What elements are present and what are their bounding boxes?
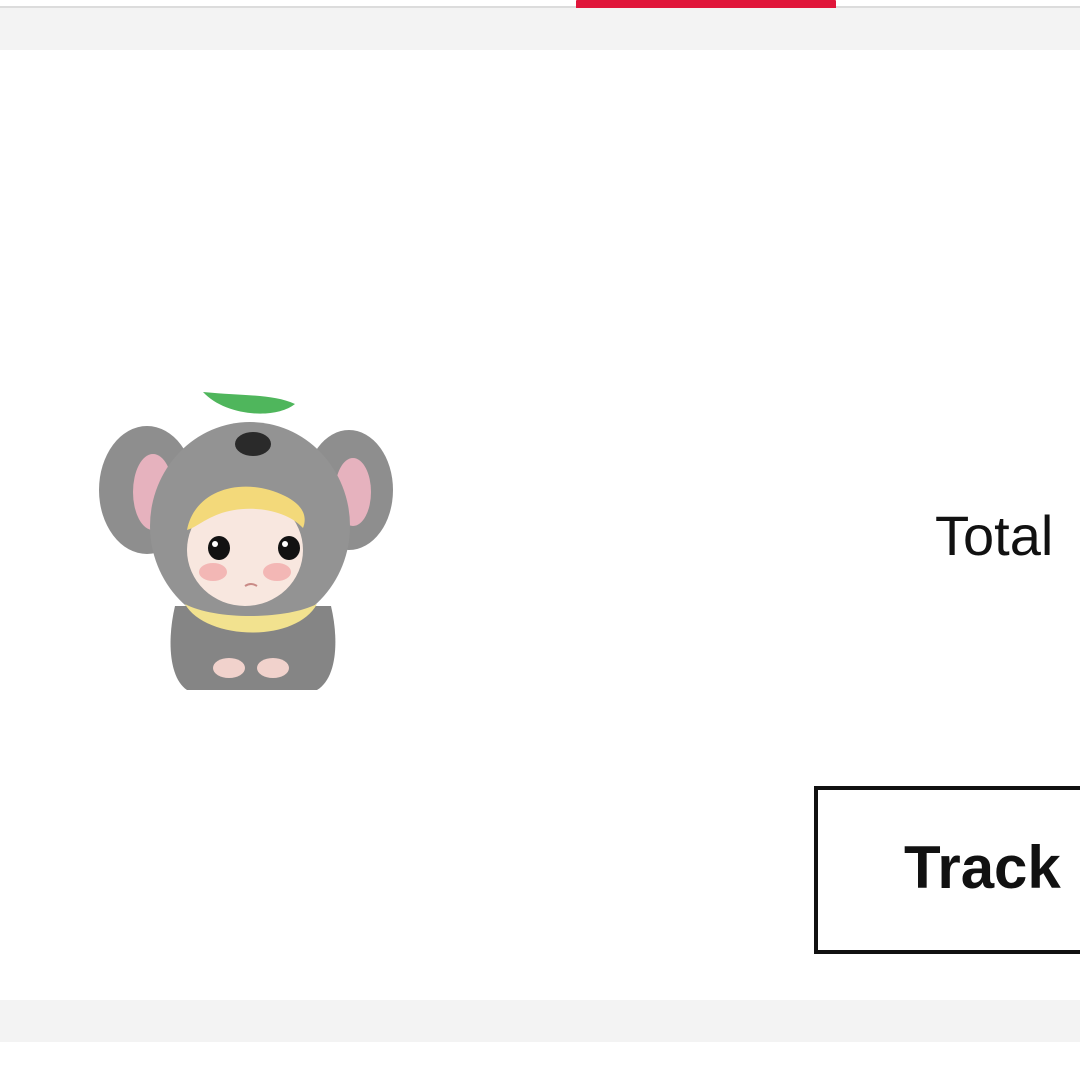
right-cheek [263,563,291,581]
hood-nose [235,432,271,456]
track-button[interactable]: Track [814,786,1080,954]
right-eye [278,536,300,560]
right-hand [257,658,289,678]
left-eye [208,536,230,560]
left-cheek [199,563,227,581]
leaf [203,392,295,414]
section-separator-top [0,8,1080,50]
next-section [0,1042,1080,1080]
tab-bar [0,0,1080,11]
track-button-label: Track [904,834,1061,901]
left-hand [213,658,245,678]
product-image[interactable] [95,378,405,708]
total-label: Total [935,504,1054,567]
section-separator-bottom [0,1000,1080,1042]
